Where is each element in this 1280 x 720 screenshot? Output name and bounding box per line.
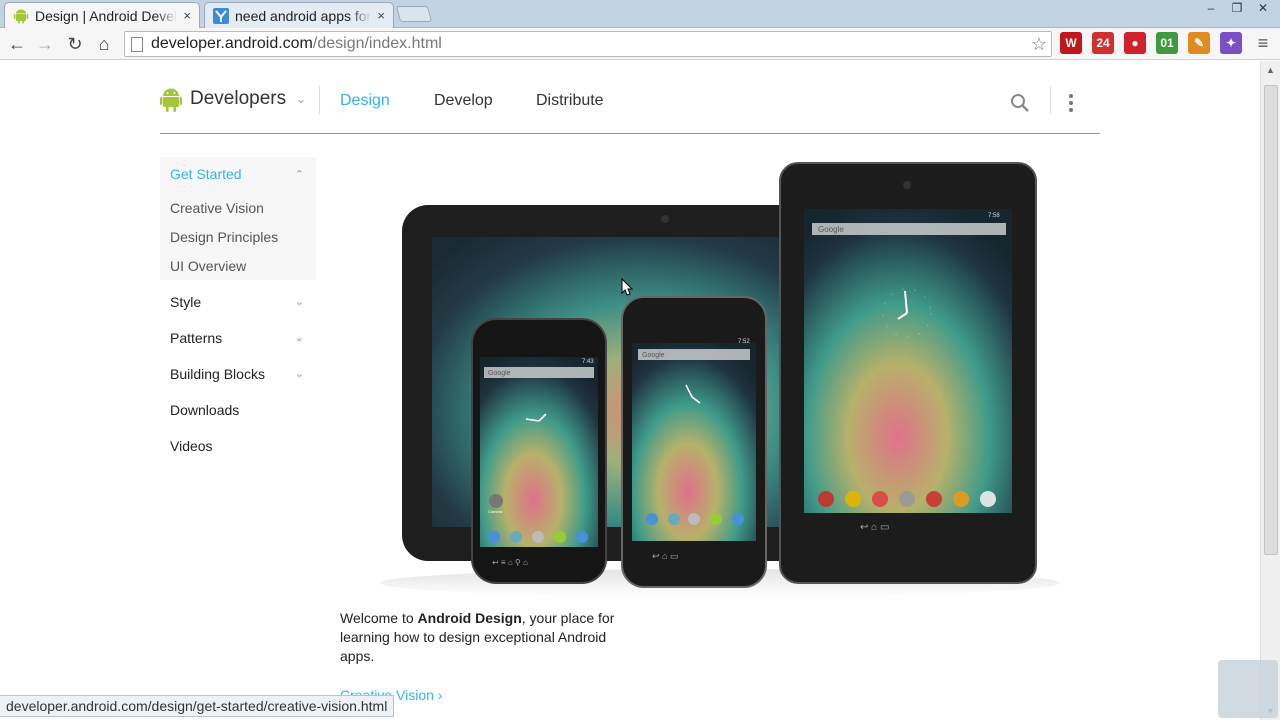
header-divider <box>319 86 320 114</box>
svg-text:↩ ⌂ ▭: ↩ ⌂ ▭ <box>860 522 889 533</box>
nav-distribute[interactable]: Distribute <box>536 92 604 110</box>
close-window-icon[interactable]: ✕ <box>1252 0 1274 16</box>
sidebar-item-label: Style <box>170 294 202 310</box>
stop-extension-icon[interactable]: ● <box>1124 32 1146 54</box>
reload-icon[interactable]: ↻ <box>64 33 86 55</box>
sidebar-item-patterns[interactable]: Patterns ⌄ <box>160 320 316 356</box>
welcome-prefix: Welcome to <box>340 610 418 626</box>
scroll-up-icon[interactable]: ▲ <box>1266 65 1275 75</box>
status-time: 7:43 <box>582 359 594 365</box>
chevron-up-icon: ⌃ <box>294 169 304 181</box>
web-page: Developers ⌄ Design Develop Distribute G… <box>0 61 1260 720</box>
tab-close-icon[interactable]: × <box>377 8 385 23</box>
color-wheel-extension-icon[interactable]: ✦ <box>1220 32 1242 54</box>
url-path: /design/index.html <box>312 35 442 52</box>
nexus-s-phone: Google 7:43 Camera ↩ ≡ ⌂ ⚲ ⌂ <box>471 318 607 584</box>
page-icon <box>131 36 143 52</box>
restore-icon[interactable]: ❐ <box>1226 0 1248 16</box>
scrollbar-thumb[interactable] <box>1264 85 1278 555</box>
android-favicon-icon <box>13 9 29 23</box>
android-robot-icon <box>160 88 182 112</box>
sidebar-item-building-blocks[interactable]: Building Blocks ⌄ <box>160 356 316 392</box>
back-icon[interactable]: ← <box>6 33 28 55</box>
menu-icon[interactable]: ≡ <box>1252 32 1274 54</box>
developers-logo[interactable]: Developers ⌄ <box>160 86 306 112</box>
url-host: developer.android.com <box>151 35 313 52</box>
more-options-icon[interactable] <box>1068 93 1074 113</box>
android-devices-hero-image: Google 7:58 ↩ ⌂ ▭ Google 7:52 ↩ ⌂ ▭ Goog… <box>380 162 1060 597</box>
camera-app-label: Camera <box>488 509 503 514</box>
sidebar-item-label: Patterns <box>170 330 223 346</box>
tab-need-android-apps[interactable]: need android apps for × <box>204 2 394 28</box>
header-divider <box>1050 86 1051 114</box>
chevron-down-icon: ⌄ <box>294 296 304 308</box>
tab-title: need android apps for <box>235 7 372 24</box>
welcome-bold: Android Design <box>417 610 522 626</box>
google-search-bar: Google <box>642 352 665 359</box>
forward-icon[interactable]: → <box>34 33 56 55</box>
sidebar-item-label: Videos <box>170 438 213 454</box>
w-extension-icon[interactable]: W <box>1060 32 1082 54</box>
sidebar-item-label: Downloads <box>170 402 240 418</box>
home-icon[interactable]: ⌂ <box>93 33 115 55</box>
pencil-extension-icon[interactable]: ✎ <box>1188 32 1210 54</box>
google-search-bar: Google <box>818 225 844 234</box>
tab-design-android-developers[interactable]: Design | Android Developers × <box>4 2 200 28</box>
status-bar-url: developer.android.com/design/get-started… <box>0 695 395 717</box>
svg-text:↩ ⌂ ▭: ↩ ⌂ ▭ <box>652 551 678 561</box>
sidebar-item-label: Building Blocks <box>170 366 265 382</box>
svg-text:↩ ≡ ⌂ ⚲ ⌂: ↩ ≡ ⌂ ⚲ ⌂ <box>492 558 528 567</box>
chevron-right-icon: › <box>437 687 443 703</box>
sidebar-subitem-design-principles[interactable]: Design Principles <box>160 222 316 251</box>
sidebar-item-downloads[interactable]: Downloads <box>160 392 316 428</box>
sidebar-subitem-creative-vision[interactable]: Creative Vision <box>160 193 316 222</box>
chevron-down-icon: ⌄ <box>294 368 304 380</box>
browser-toolbar: ← → ↻ ⌂ developer.android.com/design/ind… <box>0 28 1280 60</box>
app-grid-overlay <box>1218 660 1278 718</box>
sidebar-item-style[interactable]: Style ⌄ <box>160 284 316 320</box>
24-extension-icon[interactable]: 24 <box>1092 32 1114 54</box>
welcome-text: Welcome to Android Design, your place fo… <box>340 609 630 666</box>
galaxy-nexus-phone: Google 7:52 ↩ ⌂ ▭ <box>621 296 767 588</box>
sidebar-subitem-ui-overview[interactable]: UI Overview <box>160 251 316 280</box>
new-tab-button[interactable] <box>395 6 433 22</box>
logo-text: Developers <box>190 88 287 109</box>
address-bar[interactable]: developer.android.com/design/index.html … <box>124 31 1052 57</box>
yahoo-answers-favicon-icon <box>213 7 229 24</box>
sidebar-item-get-started[interactable]: Get Started ⌃ <box>160 157 316 191</box>
counter-extension-icon[interactable]: 01 <box>1156 32 1178 54</box>
sidebar-item-videos[interactable]: Videos <box>160 428 316 464</box>
nav-design[interactable]: Design <box>340 92 390 110</box>
chevron-down-icon: ⌄ <box>296 92 307 106</box>
nav-develop[interactable]: Develop <box>434 92 493 110</box>
sidebar: Get Started ⌃ Creative Vision Design Pri… <box>160 157 316 464</box>
vertical-scrollbar[interactable]: ▲ ▼ <box>1260 61 1280 720</box>
minimize-icon[interactable]: ‒ <box>1200 0 1222 16</box>
status-time: 7:52 <box>738 339 750 345</box>
sidebar-item-label: Get Started <box>170 166 242 182</box>
nexus-7-tablet: Google 7:58 ↩ ⌂ ▭ <box>779 162 1037 584</box>
google-search-bar: Google <box>488 370 511 377</box>
site-header: Developers ⌄ Design Develop Distribute <box>160 61 1100 134</box>
status-time: 7:58 <box>988 213 1000 219</box>
tab-title: Design | Android Developers <box>35 7 178 24</box>
tab-strip: Design | Android Developers × need andro… <box>0 0 1280 28</box>
bookmark-star-icon[interactable]: ☆ <box>1031 34 1047 55</box>
sidebar-section-get-started: Get Started ⌃ Creative Vision Design Pri… <box>160 157 316 280</box>
search-icon[interactable] <box>1010 93 1030 113</box>
tab-close-icon[interactable]: × <box>183 8 191 23</box>
chevron-down-icon: ⌄ <box>294 332 304 344</box>
window-controls: ‒ ❐ ✕ <box>1200 0 1274 16</box>
